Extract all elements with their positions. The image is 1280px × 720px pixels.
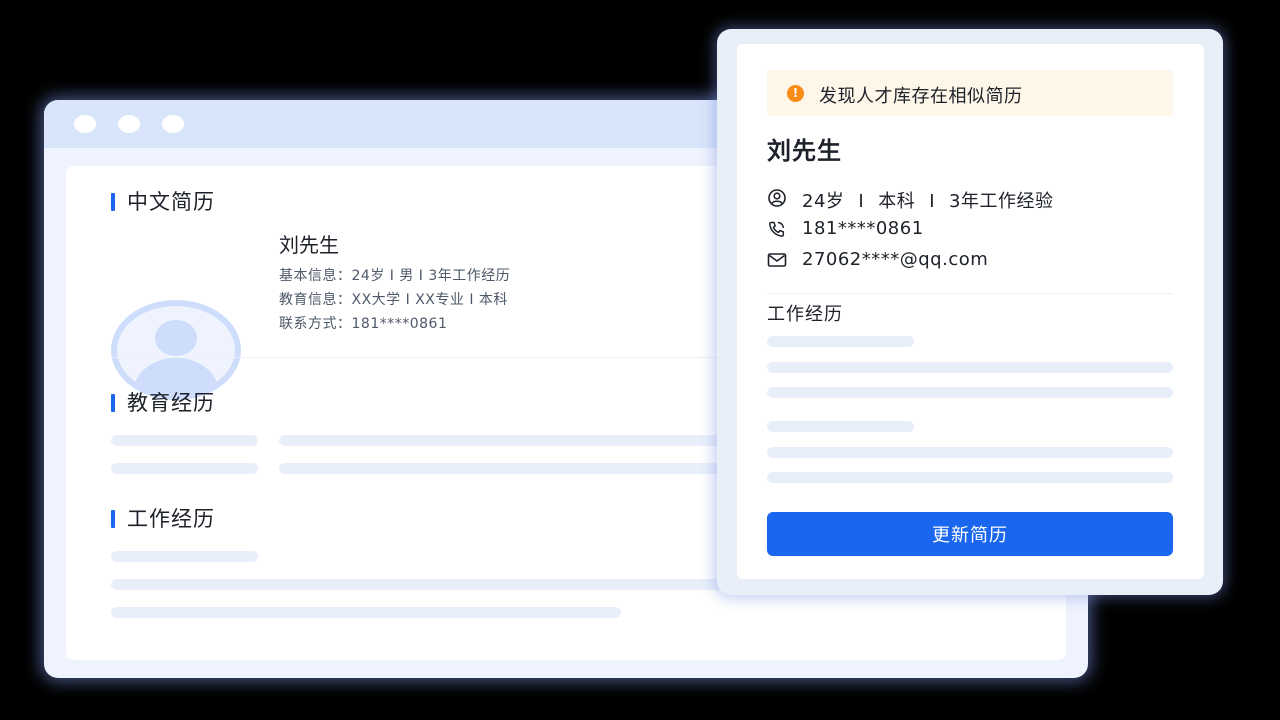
update-resume-button[interactable]: 更新简历 [767, 512, 1173, 556]
similar-resume-card: ! 发现人才库存在相似简历 刘先生 24岁 I 本科 I 3年工作经验 181*… [737, 44, 1204, 579]
skeleton-line [111, 579, 771, 590]
warning-text: 发现人才库存在相似简历 [819, 86, 1023, 107]
profile-divider [111, 357, 771, 358]
skeleton-line [111, 551, 258, 562]
skeleton-line [279, 435, 739, 446]
skeleton-line [111, 435, 258, 446]
skeleton-line [767, 387, 1173, 398]
window-dot-3[interactable] [162, 115, 184, 133]
skeleton-line [767, 447, 1173, 458]
candidate-age: 24岁 [802, 191, 845, 212]
profile-contact: 联系方式：181****0861 [279, 316, 448, 332]
avatar [111, 300, 241, 400]
avatar-inner [117, 306, 235, 394]
exclamation-icon: ! [787, 85, 804, 102]
candidate-email: 27062****@qq.com [802, 249, 989, 270]
card-section-title-work: 工作经历 [767, 304, 843, 325]
phone-icon [769, 221, 785, 237]
skeleton-line [111, 463, 258, 474]
stage: 中文简历 刘先生 基本信息：24岁 I 男 I 3年工作经历 教育信息：XX大学… [0, 0, 1280, 720]
profile-basic-info: 基本信息：24岁 I 男 I 3年工作经历 [279, 268, 511, 284]
separator: I [858, 191, 865, 212]
window-dot-1[interactable] [74, 115, 96, 133]
candidate-degree: 本科 [878, 191, 916, 212]
card-divider [767, 293, 1173, 294]
avatar-body [133, 358, 219, 394]
window-dot-2[interactable] [118, 115, 140, 133]
avatar-head [155, 320, 197, 356]
skeleton-line [767, 472, 1173, 483]
similar-resume-panel: ! 发现人才库存在相似简历 刘先生 24岁 I 本科 I 3年工作经验 181*… [717, 29, 1223, 595]
skeleton-line [279, 463, 739, 474]
profile-name: 刘先生 [279, 233, 339, 257]
mail-icon [767, 253, 787, 267]
candidate-experience: 3年工作经验 [949, 191, 1054, 212]
separator: I [929, 191, 936, 212]
skeleton-line [767, 336, 914, 347]
candidate-name: 刘先生 [767, 137, 842, 165]
profile-education-info: 教育信息：XX大学 I XX专业 I 本科 [279, 292, 508, 308]
candidate-phone: 181****0861 [802, 218, 924, 239]
section-title-work: 工作经历 [111, 506, 215, 532]
skeleton-line [767, 362, 1173, 373]
info-basic-text: 24岁 I 本科 I 3年工作经验 [802, 187, 1053, 213]
section-title-chinese-resume: 中文简历 [111, 189, 215, 215]
user-circle-icon [768, 189, 786, 207]
warning-banner: ! 发现人才库存在相似简历 [767, 70, 1173, 116]
skeleton-line [767, 421, 914, 432]
skeleton-line [111, 607, 621, 618]
section-title-education: 教育经历 [111, 390, 215, 416]
